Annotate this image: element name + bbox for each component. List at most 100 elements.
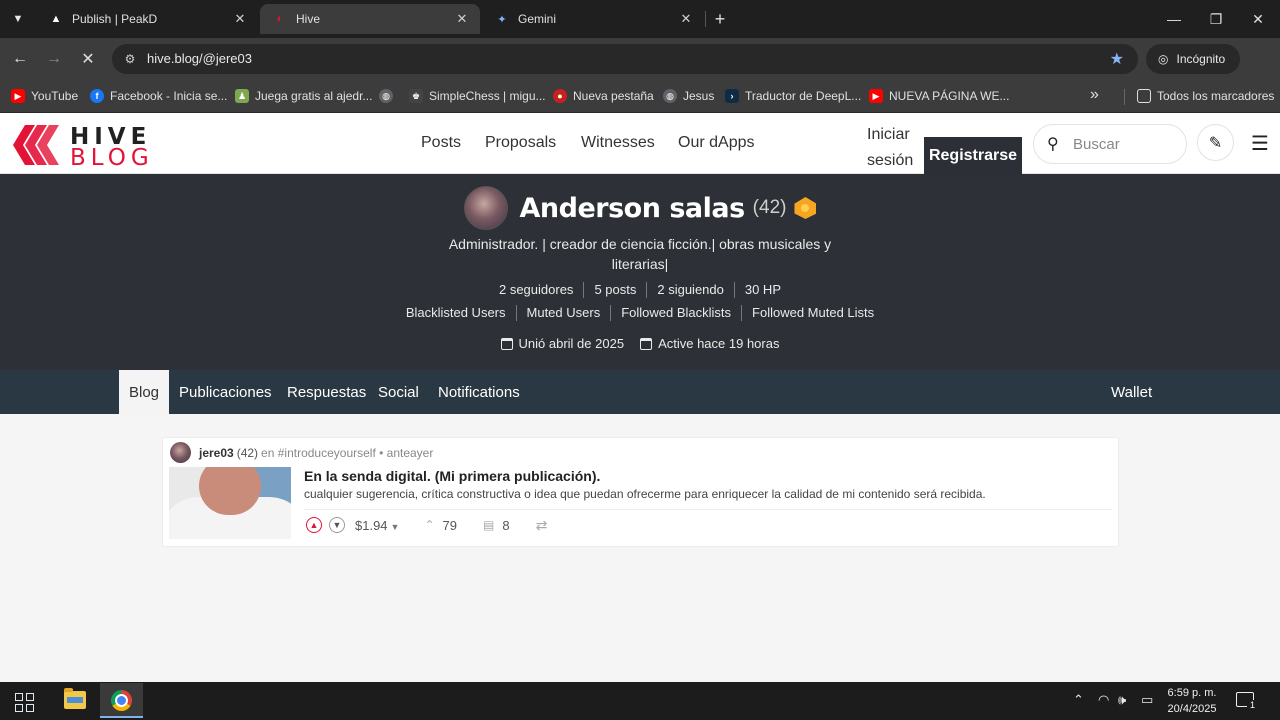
bookmark-separator bbox=[1124, 89, 1125, 105]
tray-chevron-up-icon[interactable]: ⌃ bbox=[1073, 692, 1084, 708]
window-close-icon[interactable]: ✕ bbox=[1248, 9, 1268, 29]
avatar[interactable] bbox=[170, 442, 191, 463]
followed-muted-lists-link[interactable]: Followed Muted Lists bbox=[741, 305, 884, 321]
youtube-icon: ▶ bbox=[11, 89, 25, 103]
tab-wallet[interactable]: Wallet bbox=[1101, 370, 1162, 414]
wifi-icon[interactable]: ◠ bbox=[1098, 692, 1109, 708]
tab-blog[interactable]: Blog bbox=[119, 370, 170, 414]
incognito-label: Incógnito bbox=[1176, 52, 1226, 66]
url-text[interactable]: hive.blog/@jere03 bbox=[147, 51, 252, 66]
tab-search-chevron-icon[interactable]: ▼ bbox=[8, 9, 28, 29]
profile-reputation: (42) bbox=[752, 197, 787, 218]
bookmark-all[interactable]: Todos los marcadores bbox=[1137, 87, 1274, 105]
joined-text: Unió abril de 2025 bbox=[518, 336, 625, 351]
search-input[interactable]: ⚲ Buscar bbox=[1033, 124, 1187, 164]
comments-count: 8 bbox=[502, 517, 510, 533]
profile-lists: Blacklisted Users Muted Users Followed B… bbox=[0, 305, 1280, 321]
bookmark-label: Jesus bbox=[683, 89, 715, 103]
hive-blog-logo[interactable]: HIVE BLOG bbox=[13, 123, 163, 171]
file-explorer-icon[interactable] bbox=[64, 688, 86, 709]
start-menu-icon[interactable] bbox=[15, 693, 34, 712]
bookmark-chess[interactable]: ♟ Juega gratis al ajedr... bbox=[235, 87, 372, 105]
post-author[interactable]: jere03 bbox=[199, 446, 234, 460]
bookmark-facebook[interactable]: f Facebook - Inicia se... bbox=[90, 87, 227, 105]
tab-title: Hive bbox=[296, 12, 321, 26]
bookmark-new-tab[interactable]: ● Nueva pestaña bbox=[553, 87, 654, 105]
taskbar-chrome-button[interactable] bbox=[100, 683, 143, 718]
register-button[interactable]: Registrarse bbox=[924, 137, 1022, 177]
post-community-time[interactable]: en #introduceyourself • anteayer bbox=[261, 446, 433, 460]
nav-witnesses[interactable]: Witnesses bbox=[581, 134, 655, 152]
nav-proposals[interactable]: Proposals bbox=[485, 134, 556, 152]
tab-peakd[interactable]: ▲ Publish | PeakD ✕ bbox=[36, 4, 258, 34]
battery-icon[interactable]: ▭ bbox=[1141, 692, 1153, 708]
hamburger-menu-icon[interactable]: ☰ bbox=[1250, 133, 1270, 155]
close-icon[interactable]: ✕ bbox=[678, 11, 694, 27]
address-bar[interactable]: ⚙ hive.blog/@jere03 ★ bbox=[112, 44, 1138, 74]
deepl-icon: › bbox=[725, 89, 739, 103]
calendar-icon bbox=[640, 337, 653, 350]
close-icon[interactable]: ✕ bbox=[454, 11, 470, 27]
post-thumbnail[interactable] bbox=[169, 467, 291, 539]
nav-our-dapps[interactable]: Our dApps bbox=[678, 134, 754, 152]
chevron-up-icon: ⌃ bbox=[424, 518, 435, 532]
bookmark-youtube[interactable]: ▶ YouTube bbox=[11, 87, 78, 105]
notifications-count: 1 bbox=[1247, 700, 1258, 711]
bookmarks-bar: ▶ YouTube f Facebook - Inicia se... ♟ Ju… bbox=[0, 80, 1280, 113]
post-summary[interactable]: cualquier sugerencia, crítica constructi… bbox=[304, 487, 986, 501]
joined-date: Unió abril de 2025 bbox=[500, 336, 625, 351]
post-card: jere03 (42) en #introduceyourself • ante… bbox=[162, 437, 1119, 547]
followed-blacklists-link[interactable]: Followed Blacklists bbox=[610, 305, 741, 321]
bookmark-globe[interactable]: ◍ bbox=[379, 87, 399, 105]
system-clock[interactable]: 6:59 p. m. 20/4/2025 bbox=[1160, 685, 1224, 717]
bookmark-label: SimpleChess | migu... bbox=[429, 89, 546, 103]
login-link[interactable]: Iniciar sesión bbox=[867, 122, 927, 174]
upvote-icon[interactable]: ▲ bbox=[306, 517, 322, 533]
post-comments[interactable]: ▤ 8 bbox=[483, 518, 510, 533]
following-count[interactable]: 2 siguiendo bbox=[646, 282, 734, 298]
peakd-icon: ▲ bbox=[50, 13, 62, 25]
forward-arrow-icon[interactable]: → bbox=[44, 49, 64, 69]
bookmark-star-icon[interactable]: ★ bbox=[1110, 49, 1124, 69]
avatar[interactable] bbox=[463, 186, 508, 230]
chrome-icon bbox=[111, 690, 132, 711]
profile-name-row: Anderson salas (42) bbox=[0, 186, 1280, 230]
tab-social[interactable]: Social bbox=[368, 370, 429, 414]
post-votes[interactable]: ⌃ 79 bbox=[424, 518, 457, 533]
tab-hive[interactable]: ◐ Hive ✕ bbox=[260, 4, 480, 34]
restore-icon[interactable]: ❐ bbox=[1206, 9, 1226, 29]
bookmark-jesus[interactable]: ◍ Jesus bbox=[663, 87, 714, 105]
close-icon[interactable]: ✕ bbox=[232, 11, 248, 27]
bookmark-deepl[interactable]: › Traductor de DeepL... bbox=[725, 87, 861, 105]
tab-publicaciones[interactable]: Publicaciones bbox=[169, 370, 282, 414]
new-tab-icon: ● bbox=[553, 89, 567, 103]
new-tab-plus-icon[interactable]: + bbox=[710, 9, 730, 29]
nav-posts[interactable]: Posts bbox=[421, 134, 461, 152]
youtube-icon: ▶ bbox=[869, 89, 883, 103]
minimize-icon[interactable]: — bbox=[1164, 9, 1184, 29]
profile-bio: Administrador. | creador de ciencia ficc… bbox=[448, 236, 832, 272]
active-date: Active hace 19 horas bbox=[640, 336, 779, 351]
speaker-icon[interactable]: 🕪 bbox=[1118, 692, 1126, 708]
incognito-indicator[interactable]: ◎ Incógnito bbox=[1146, 44, 1240, 74]
more-bookmarks-chevron-icon[interactable]: » bbox=[1090, 86, 1099, 104]
bookmark-simplechess[interactable]: ♚ SimpleChess | migu... bbox=[409, 87, 546, 105]
blacklisted-users-link[interactable]: Blacklisted Users bbox=[396, 305, 516, 321]
post-title[interactable]: En la senda digital. (Mi primera publica… bbox=[304, 468, 600, 484]
site-settings-icon[interactable]: ⚙ bbox=[122, 51, 138, 67]
downvote-icon[interactable]: ▼ bbox=[329, 517, 345, 533]
post-payout[interactable]: $1.94 ▼ bbox=[355, 518, 399, 533]
chess-pawn-icon: ♟ bbox=[235, 89, 249, 103]
bookmark-nueva-pagina[interactable]: ▶ NUEVA PÁGINA WE... bbox=[869, 87, 1009, 105]
stop-loading-icon[interactable]: ✕ bbox=[78, 49, 98, 69]
folder-icon bbox=[1137, 89, 1151, 103]
tab-respuestas[interactable]: Respuestas bbox=[277, 370, 376, 414]
tab-notifications[interactable]: Notifications bbox=[428, 370, 530, 414]
followers-count[interactable]: 2 seguidores bbox=[489, 282, 583, 298]
clock-date: 20/4/2025 bbox=[1167, 703, 1217, 715]
muted-users-link[interactable]: Muted Users bbox=[515, 305, 611, 321]
pencil-icon[interactable]: ✎ bbox=[1197, 124, 1234, 161]
reblog-icon[interactable]: ⇄ bbox=[536, 517, 548, 534]
tab-gemini[interactable]: ✦ Gemini ✕ bbox=[482, 4, 704, 34]
back-arrow-icon[interactable]: ← bbox=[10, 49, 30, 69]
